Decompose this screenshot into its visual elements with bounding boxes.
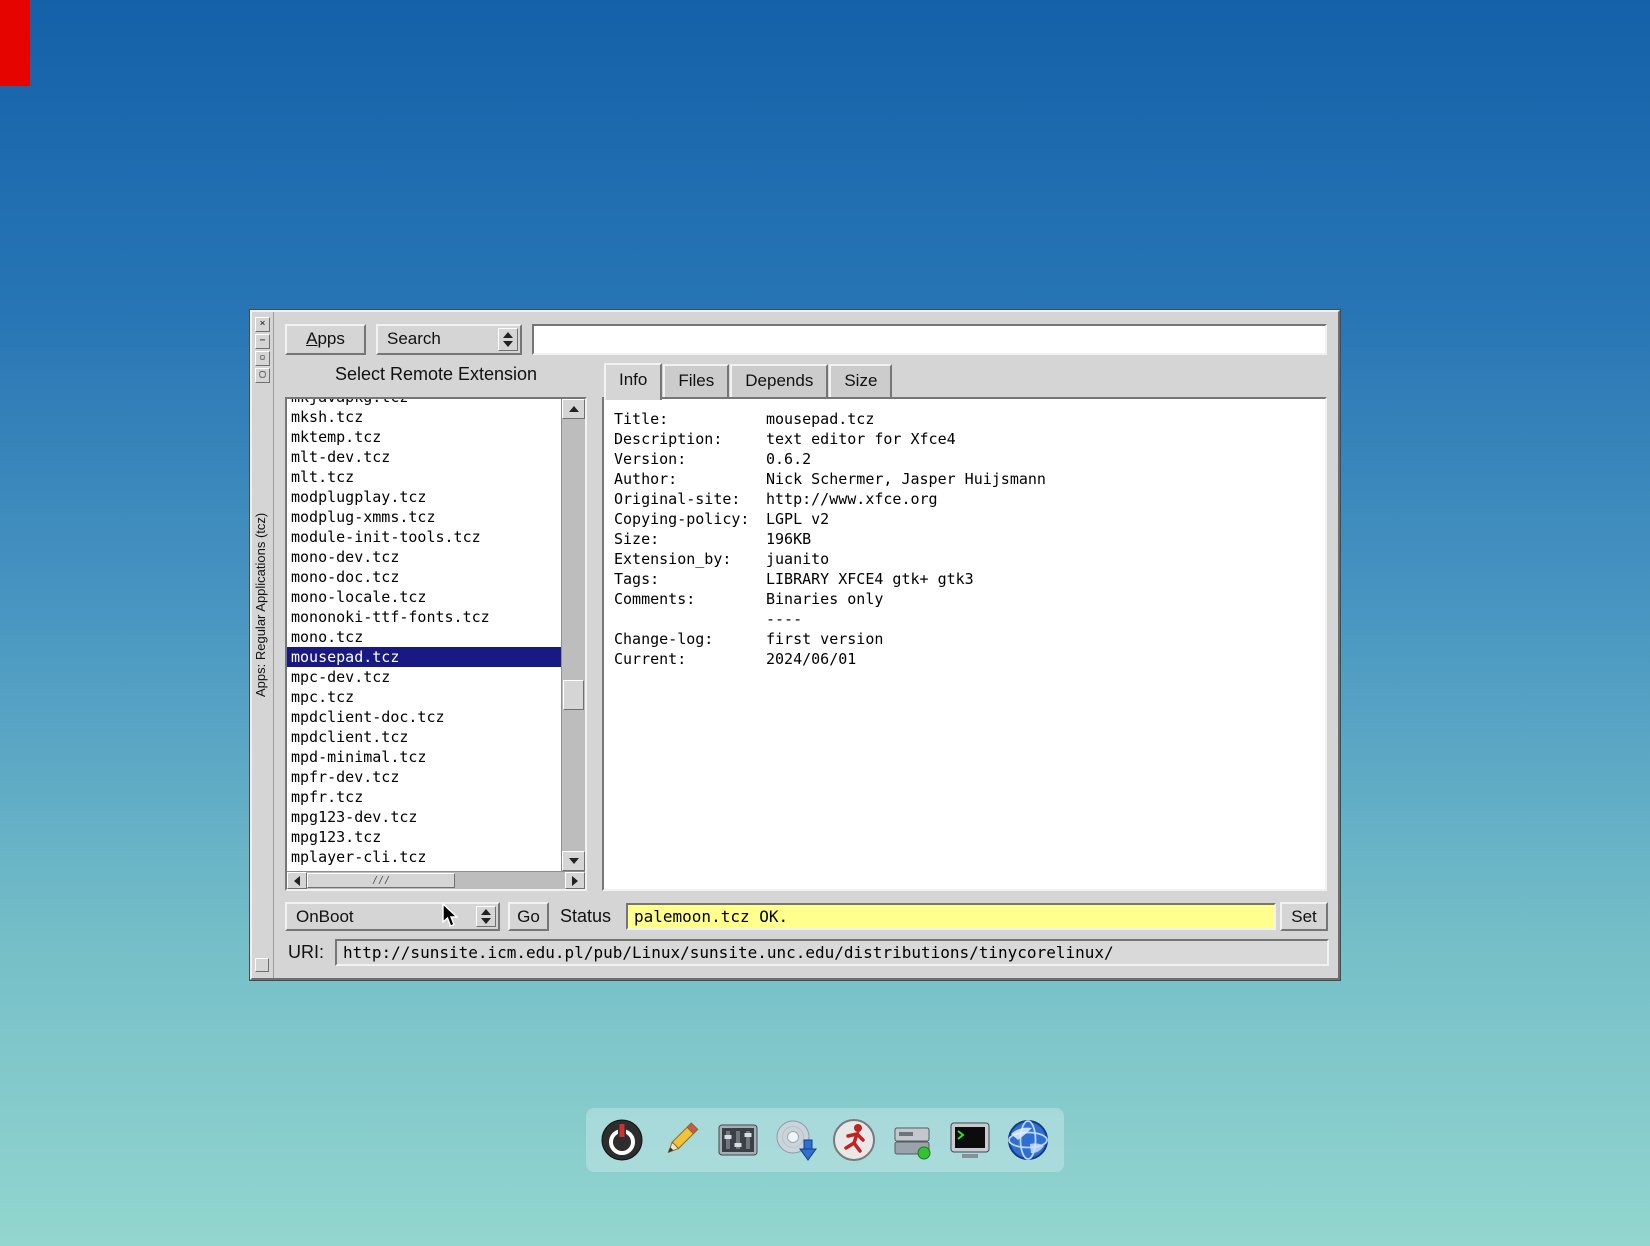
package-item[interactable]: mpg123.tcz: [287, 827, 561, 847]
package-item[interactable]: mksh.tcz: [287, 407, 561, 427]
desktop: { "window": { "vertical_title": "Apps: R…: [0, 0, 1650, 1246]
info-row: Tags:LIBRARY XFCE4 gtk+ gtk3: [614, 569, 1325, 589]
tab-bar: InfoFilesDependsSize: [604, 362, 893, 397]
choice-arrows-icon[interactable]: [476, 906, 496, 927]
package-item[interactable]: mpd-minimal.tcz: [287, 747, 561, 767]
package-list: mkjavapkg.tczmksh.tczmktemp.tczmlt-dev.t…: [287, 399, 561, 867]
vertical-scrollbar[interactable]: [561, 399, 585, 871]
package-item[interactable]: mlt-dev.tcz: [287, 447, 561, 467]
package-item[interactable]: mono-doc.tcz: [287, 567, 561, 587]
package-item[interactable]: modplugplay.tcz: [287, 487, 561, 507]
terminal-icon[interactable]: [944, 1114, 996, 1166]
package-item[interactable]: mpdclient-doc.tcz: [287, 707, 561, 727]
info-row: Extension_by:juanito: [614, 549, 1325, 569]
scroll-left-icon[interactable]: [287, 872, 307, 889]
package-item[interactable]: mplayer-cli.tcz: [287, 847, 561, 867]
run-icon[interactable]: [828, 1114, 880, 1166]
info-panel: Title:mousepad.tczDescription:text edito…: [602, 397, 1327, 891]
uri-field: http://sunsite.icm.edu.pl/pub/Linux/suns…: [335, 939, 1329, 966]
tab-depends[interactable]: Depends: [730, 364, 828, 397]
package-item[interactable]: mpc-dev.tcz: [287, 667, 561, 687]
scroll-down-icon[interactable]: [562, 851, 585, 871]
browser-icon[interactable]: [1002, 1114, 1054, 1166]
mode-choice-label: Search: [387, 326, 441, 352]
package-item[interactable]: mpfr-dev.tcz: [287, 767, 561, 787]
info-row: Change-log:first version: [614, 629, 1325, 649]
close-button[interactable]: ×: [255, 317, 270, 332]
info-row: Title:mousepad.tcz: [614, 409, 1325, 429]
info-row: ----: [614, 609, 1325, 629]
package-item[interactable]: module-init-tools.tcz: [287, 527, 561, 547]
package-list-viewport: mkjavapkg.tczmksh.tczmktemp.tczmlt-dev.t…: [287, 399, 561, 871]
exit-icon[interactable]: [596, 1114, 648, 1166]
package-item[interactable]: mpfr.tcz: [287, 787, 561, 807]
scroll-right-icon[interactable]: [565, 872, 585, 889]
vertical-scroll-thumb[interactable]: [563, 680, 584, 710]
package-item[interactable]: mono-locale.tcz: [287, 587, 561, 607]
info-row: Version:0.6.2: [614, 449, 1325, 469]
search-input[interactable]: [532, 324, 1327, 355]
editor-icon[interactable]: [654, 1114, 706, 1166]
choice-arrows-icon[interactable]: [498, 328, 518, 351]
apps-menu-button[interactable]: Apps: [285, 324, 366, 355]
go-button-label: Go: [510, 904, 547, 930]
onboot-choice[interactable]: OnBoot: [285, 902, 500, 931]
info-row: Author:Nick Schermer, Jasper Huijsmann: [614, 469, 1325, 489]
horizontal-scroll-thumb[interactable]: ///: [307, 873, 455, 888]
package-item[interactable]: mpc.tcz: [287, 687, 561, 707]
window-titlebar: × − ▫ ▢ Apps: Regular Applications (tcz): [252, 312, 274, 978]
packages-icon[interactable]: [886, 1114, 938, 1166]
package-item[interactable]: mpg123-dev.tcz: [287, 807, 561, 827]
info-row: Original-site:http://www.xfce.org: [614, 489, 1325, 509]
maximize-button[interactable]: ▢: [255, 368, 270, 383]
info-row: Copying-policy:LGPL v2: [614, 509, 1325, 529]
info-row: Description:text editor for Xfce4: [614, 429, 1325, 449]
desktop-red-marker: [0, 0, 30, 86]
control-panel-icon[interactable]: [712, 1114, 764, 1166]
dock: [586, 1108, 1064, 1172]
tab-files[interactable]: Files: [663, 364, 729, 397]
package-item[interactable]: mono.tcz: [287, 627, 561, 647]
uri-label: URI:: [288, 942, 324, 963]
set-button-label: Set: [1282, 904, 1326, 930]
iconify-button[interactable]: ▫: [255, 351, 270, 366]
status-label: Status: [560, 906, 611, 927]
package-item[interactable]: mpdclient.tcz: [287, 727, 561, 747]
package-item[interactable]: modplug-xmms.tcz: [287, 507, 561, 527]
scroll-up-icon[interactable]: [562, 399, 585, 419]
tab-size[interactable]: Size: [829, 364, 892, 397]
apps-menu-label: Apps: [287, 326, 364, 352]
info-row: Comments:Binaries only: [614, 589, 1325, 609]
mount-icon[interactable]: [770, 1114, 822, 1166]
package-item[interactable]: mono-dev.tcz: [287, 547, 561, 567]
list-header: Select Remote Extension: [285, 364, 587, 385]
package-item[interactable]: mononoki-ttf-fonts.tcz: [287, 607, 561, 627]
package-item[interactable]: mlt.tcz: [287, 467, 561, 487]
apps-window: × − ▫ ▢ Apps: Regular Applications (tcz)…: [250, 310, 1340, 980]
set-button[interactable]: Set: [1280, 902, 1328, 931]
info-row: Size:196KB: [614, 529, 1325, 549]
info-fields: Title:mousepad.tczDescription:text edito…: [604, 399, 1325, 669]
mode-choice[interactable]: Search: [376, 324, 522, 355]
window-controls: × − ▫ ▢: [252, 315, 273, 385]
package-item[interactable]: mousepad.tcz: [287, 647, 561, 667]
status-field: palemoon.tcz OK.: [626, 903, 1276, 930]
onboot-choice-label: OnBoot: [296, 904, 354, 930]
shade-button[interactable]: −: [255, 334, 270, 349]
horizontal-scrollbar[interactable]: ///: [287, 871, 585, 889]
go-button[interactable]: Go: [508, 902, 549, 931]
resize-grip[interactable]: [255, 958, 269, 972]
info-row: Current:2024/06/01: [614, 649, 1325, 669]
package-item[interactable]: mktemp.tcz: [287, 427, 561, 447]
package-item[interactable]: mkjavapkg.tcz: [287, 399, 561, 407]
tab-info[interactable]: Info: [604, 363, 662, 400]
window-title: Apps: Regular Applications (tcz): [253, 397, 273, 697]
package-list-panel: mkjavapkg.tczmksh.tczmktemp.tczmlt-dev.t…: [285, 397, 587, 891]
